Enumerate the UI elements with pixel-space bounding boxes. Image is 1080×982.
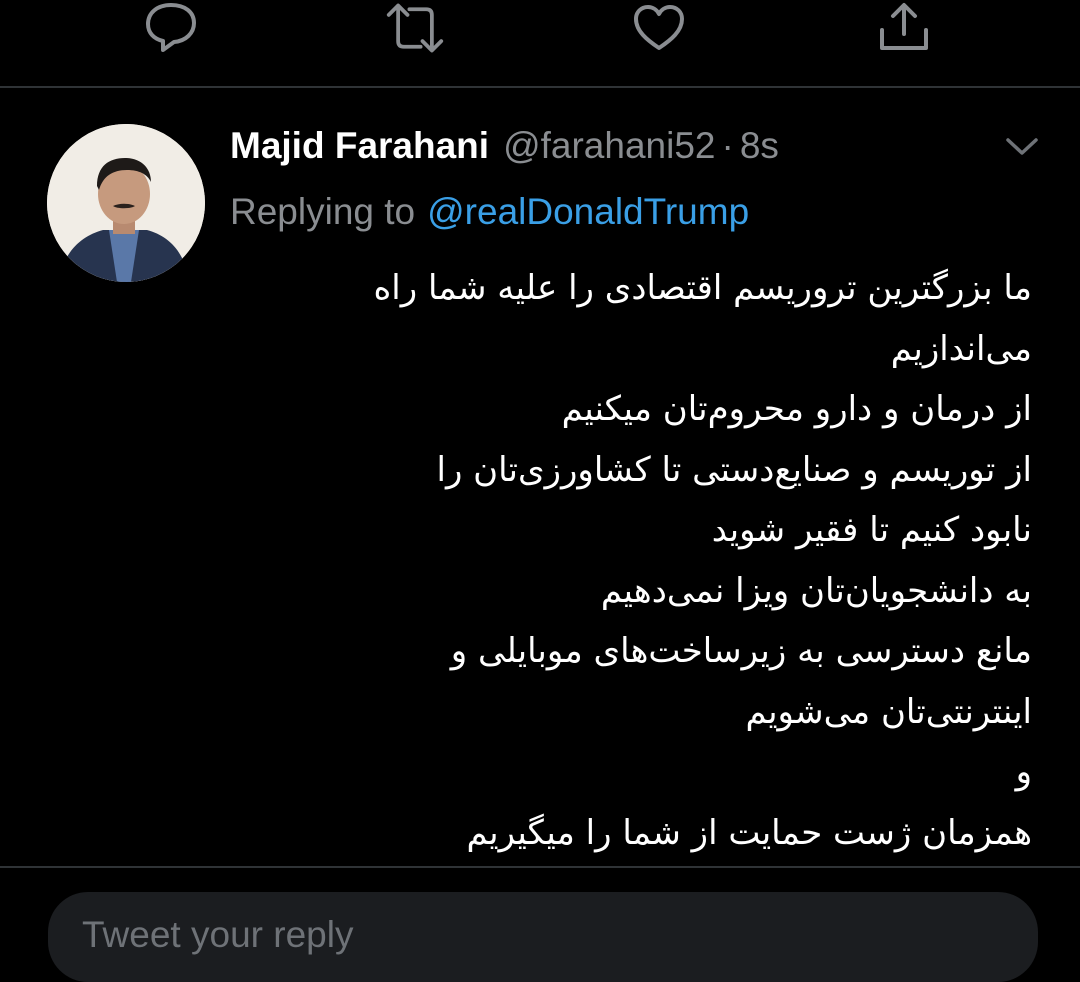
tweet-header: Majid Farahani @farahani52 · 8s	[230, 122, 779, 170]
tweet-text-line: و	[1015, 752, 1032, 792]
share-icon[interactable]	[874, 0, 934, 56]
avatar[interactable]	[47, 124, 205, 282]
chevron-down-icon[interactable]	[1000, 130, 1044, 162]
tweet-text-line: نابود کنیم تا فقیر شوید	[711, 510, 1032, 550]
like-icon[interactable]	[629, 0, 689, 56]
tweet-timestamp[interactable]: 8s	[740, 125, 779, 167]
tweet-text-line: ما بزرگترین تروریسم اقتصادی را علیه شما …	[373, 268, 1032, 308]
tweet-text-line: به دانشجویان‌تان ویزا نمی‌دهیم	[600, 570, 1032, 611]
tweet-text-line: اینترنتی‌تان می‌شویم	[745, 691, 1032, 732]
retweet-icon[interactable]	[385, 0, 445, 56]
tweet-text-line: مانع دسترسی به زیرساخت‌های موبایلی و	[450, 631, 1032, 671]
previous-tweet-action-bar	[0, 0, 1080, 60]
replying-to-mention[interactable]: @realDonaldTrump	[427, 191, 749, 233]
tweet-text-line: از درمان و دارو محروم‌تان میکنیم	[561, 389, 1032, 429]
reply-icon[interactable]	[141, 0, 201, 56]
replying-to-line: Replying to @realDonaldTrump	[230, 188, 749, 236]
tweet-text-line: از توریسم و صنایع‌دستی تا کشاورزی‌تان را	[436, 449, 1033, 490]
bottom-divider	[0, 866, 1080, 868]
tweet-text-line: همزمان ژست حمایت از شما را میگیریم	[466, 812, 1033, 853]
tweet-text: ما بزرگترین تروریسم اقتصادی را علیه شما …	[220, 258, 1032, 863]
display-name[interactable]: Majid Farahani	[230, 125, 489, 167]
reply-input-placeholder: Tweet your reply	[82, 914, 354, 955]
separator-dot: ·	[721, 125, 734, 166]
tweet-text-line: می‌اندازیم	[890, 328, 1032, 369]
avatar-photo	[47, 124, 205, 282]
top-divider	[0, 86, 1080, 88]
user-handle[interactable]: @farahani52	[503, 125, 715, 167]
replying-to-label: Replying to	[230, 191, 416, 232]
